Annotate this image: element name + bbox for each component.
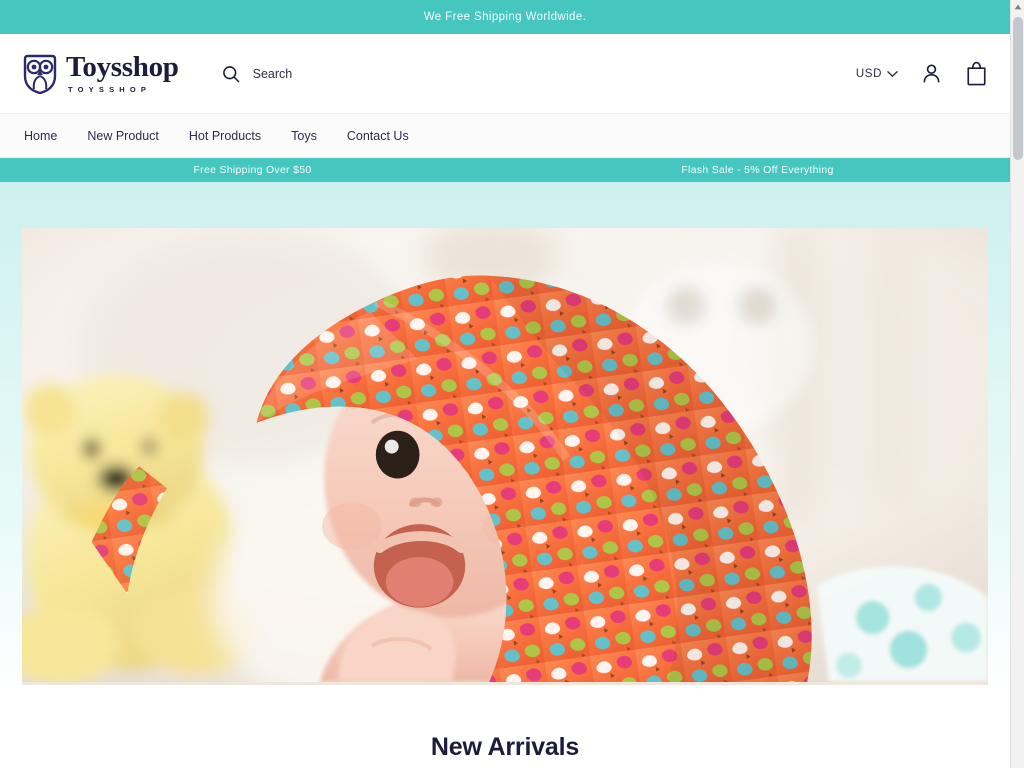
nav-item-home[interactable]: Home: [24, 129, 57, 143]
nav-item-contact-us[interactable]: Contact Us: [347, 129, 409, 143]
browser-viewport: We Free Shipping Worldwide. Toysshop TOY…: [0, 0, 1010, 768]
promo-bar: Free Shipping Over $50 Flash Sale - 5% O…: [0, 158, 1010, 182]
search-input-label[interactable]: Search: [253, 67, 293, 81]
scroll-up-arrow-glyph: [1014, 4, 1021, 10]
scroll-up-arrow-icon[interactable]: [1011, 0, 1024, 14]
owl-logo-icon: [23, 54, 57, 94]
page-root: We Free Shipping Worldwide. Toysshop TOY…: [0, 0, 1024, 768]
page-scrollbar[interactable]: [1010, 0, 1024, 768]
promo-left: Free Shipping Over $50: [0, 164, 505, 176]
scrollbar-thumb[interactable]: [1013, 17, 1023, 160]
nav-item-hot-products[interactable]: Hot Products: [189, 129, 261, 143]
chevron-down-icon: [887, 70, 898, 77]
currency-value: USD: [855, 67, 882, 80]
search-icon: [222, 65, 239, 82]
announcement-text: We Free Shipping Worldwide.: [423, 11, 587, 23]
header-actions: USD: [856, 61, 988, 86]
nav-item-toys[interactable]: Toys: [291, 129, 317, 143]
hero-image: [22, 228, 988, 683]
hero-section: [0, 182, 1010, 687]
account-person-icon: [923, 64, 940, 83]
site-header: Toysshop TOYSSHOP Search USD: [0, 34, 1010, 114]
cart-button[interactable]: [965, 61, 988, 86]
section-title: New Arrivals: [430, 733, 580, 761]
announcement-bar: We Free Shipping Worldwide.: [0, 0, 1010, 34]
main-navigation: Home New Product Hot Products Toys Conta…: [0, 114, 1010, 158]
promo-shipping-text: Free Shipping Over $50: [193, 164, 312, 176]
brand-logo-link[interactable]: Toysshop TOYSSHOP: [22, 53, 179, 94]
currency-selector[interactable]: USD: [856, 68, 898, 80]
hero-banner[interactable]: [22, 228, 988, 685]
section-heading-block: New Arrivals: [0, 687, 1010, 762]
promo-right: Flash Sale - 5% Off Everything: [505, 164, 1010, 176]
brand-name: Toysshop: [66, 51, 179, 84]
promo-flash-sale-text: Flash Sale - 5% Off Everything: [681, 164, 834, 176]
shopping-bag-icon: [967, 61, 986, 86]
search-control[interactable]: Search: [221, 64, 293, 84]
brand-subtitle: TOYSSHOP: [68, 85, 152, 95]
nav-item-new-product[interactable]: New Product: [87, 129, 159, 143]
brand-text-group: Toysshop TOYSSHOP: [66, 53, 179, 94]
account-button[interactable]: [920, 62, 943, 85]
